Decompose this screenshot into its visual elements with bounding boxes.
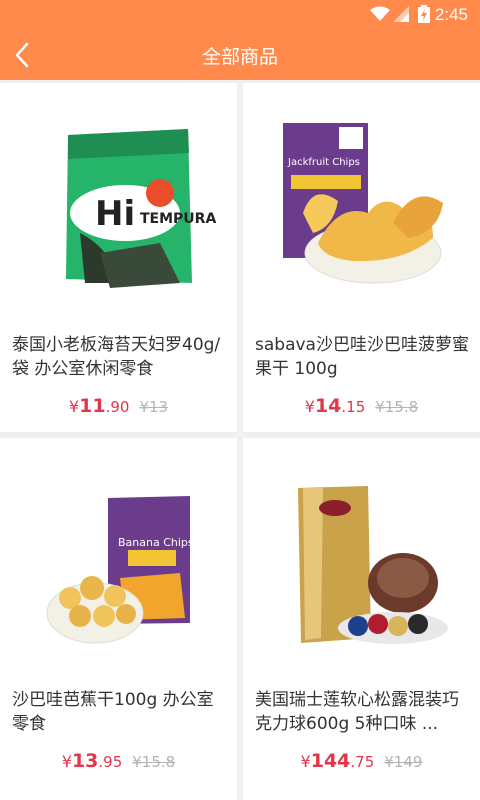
price-integer: 14 — [314, 395, 342, 417]
price-decimal: .95 — [98, 753, 123, 771]
price-currency: ¥ — [304, 397, 315, 416]
original-price: ¥149 — [384, 753, 423, 771]
product-name: 沙巴哇芭蕉干100g 办公室零食 — [12, 690, 214, 734]
seaweed-snack-image: Hi TEMPURA — [66, 129, 216, 288]
product-card[interactable]: 美国瑞士莲软心松露混装巧克力球600g 5种口味 ... ¥144.75 ¥149 — [243, 438, 480, 800]
price-decimal: .75 — [350, 753, 375, 771]
price-currency: ¥ — [68, 397, 80, 416]
price-currency: ¥ — [300, 752, 311, 771]
app-header: 全部商品 — [0, 30, 480, 80]
signal-icon — [393, 6, 409, 22]
product-name: sabava沙巴哇沙巴哇菠萝蜜果干 100g — [255, 335, 469, 379]
product-price: ¥13.95 ¥15.8 — [0, 750, 237, 772]
jackfruit-chips-image: Jackfruit Chips — [283, 123, 443, 284]
lindt-chocolate-image — [298, 486, 448, 644]
status-bar: 2:45 — [0, 0, 480, 30]
page-title: 全部商品 — [201, 46, 278, 68]
svg-text:TEMPURA: TEMPURA — [140, 211, 216, 227]
original-price: ¥15.8 — [132, 753, 176, 771]
product-name: 美国瑞士莲软心松露混装巧克力球600g 5种口味 ... — [255, 690, 459, 734]
battery-charging-icon — [418, 5, 430, 23]
original-price: ¥15.8 — [375, 398, 419, 416]
svg-text:Jackfruit Chips: Jackfruit Chips — [287, 157, 360, 168]
wifi-icon — [370, 6, 390, 21]
price-integer: 11 — [79, 395, 106, 417]
product-price: ¥144.75 ¥149 — [243, 750, 480, 772]
status-time: 2:45 — [434, 5, 468, 24]
product-card[interactable]: Banana Chips 沙巴哇芭蕉干100g 办公室零食 ¥13.95 ¥15.… — [0, 438, 237, 800]
product-card[interactable]: Jackfruit Chips sabava沙巴哇沙巴哇菠萝蜜果干 100g ¥… — [243, 83, 480, 432]
price-integer: 144 — [310, 750, 351, 772]
product-name: 泰国小老板海苔天妇罗40g/袋 办公室休闲零食 — [12, 335, 221, 379]
price-currency: ¥ — [61, 752, 72, 771]
original-price: ¥13 — [139, 398, 169, 416]
banana-chips-image: Banana Chips — [46, 496, 194, 644]
price-decimal: .15 — [341, 398, 366, 416]
svg-text:Hi: Hi — [95, 194, 135, 234]
price-decimal: .90 — [105, 398, 130, 416]
product-price: ¥14.15 ¥15.8 — [243, 395, 480, 417]
product-price: ¥11.90 ¥13 — [0, 395, 237, 417]
svg-text:Banana Chips: Banana Chips — [118, 536, 194, 549]
product-grid: Hi TEMPURA 泰国小老板海苔天妇罗40g/袋 办公室休闲零食 ¥11.9… — [0, 80, 480, 800]
product-card[interactable]: Hi TEMPURA 泰国小老板海苔天妇罗40g/袋 办公室休闲零食 ¥11.9… — [0, 83, 237, 432]
price-integer: 13 — [71, 750, 99, 772]
